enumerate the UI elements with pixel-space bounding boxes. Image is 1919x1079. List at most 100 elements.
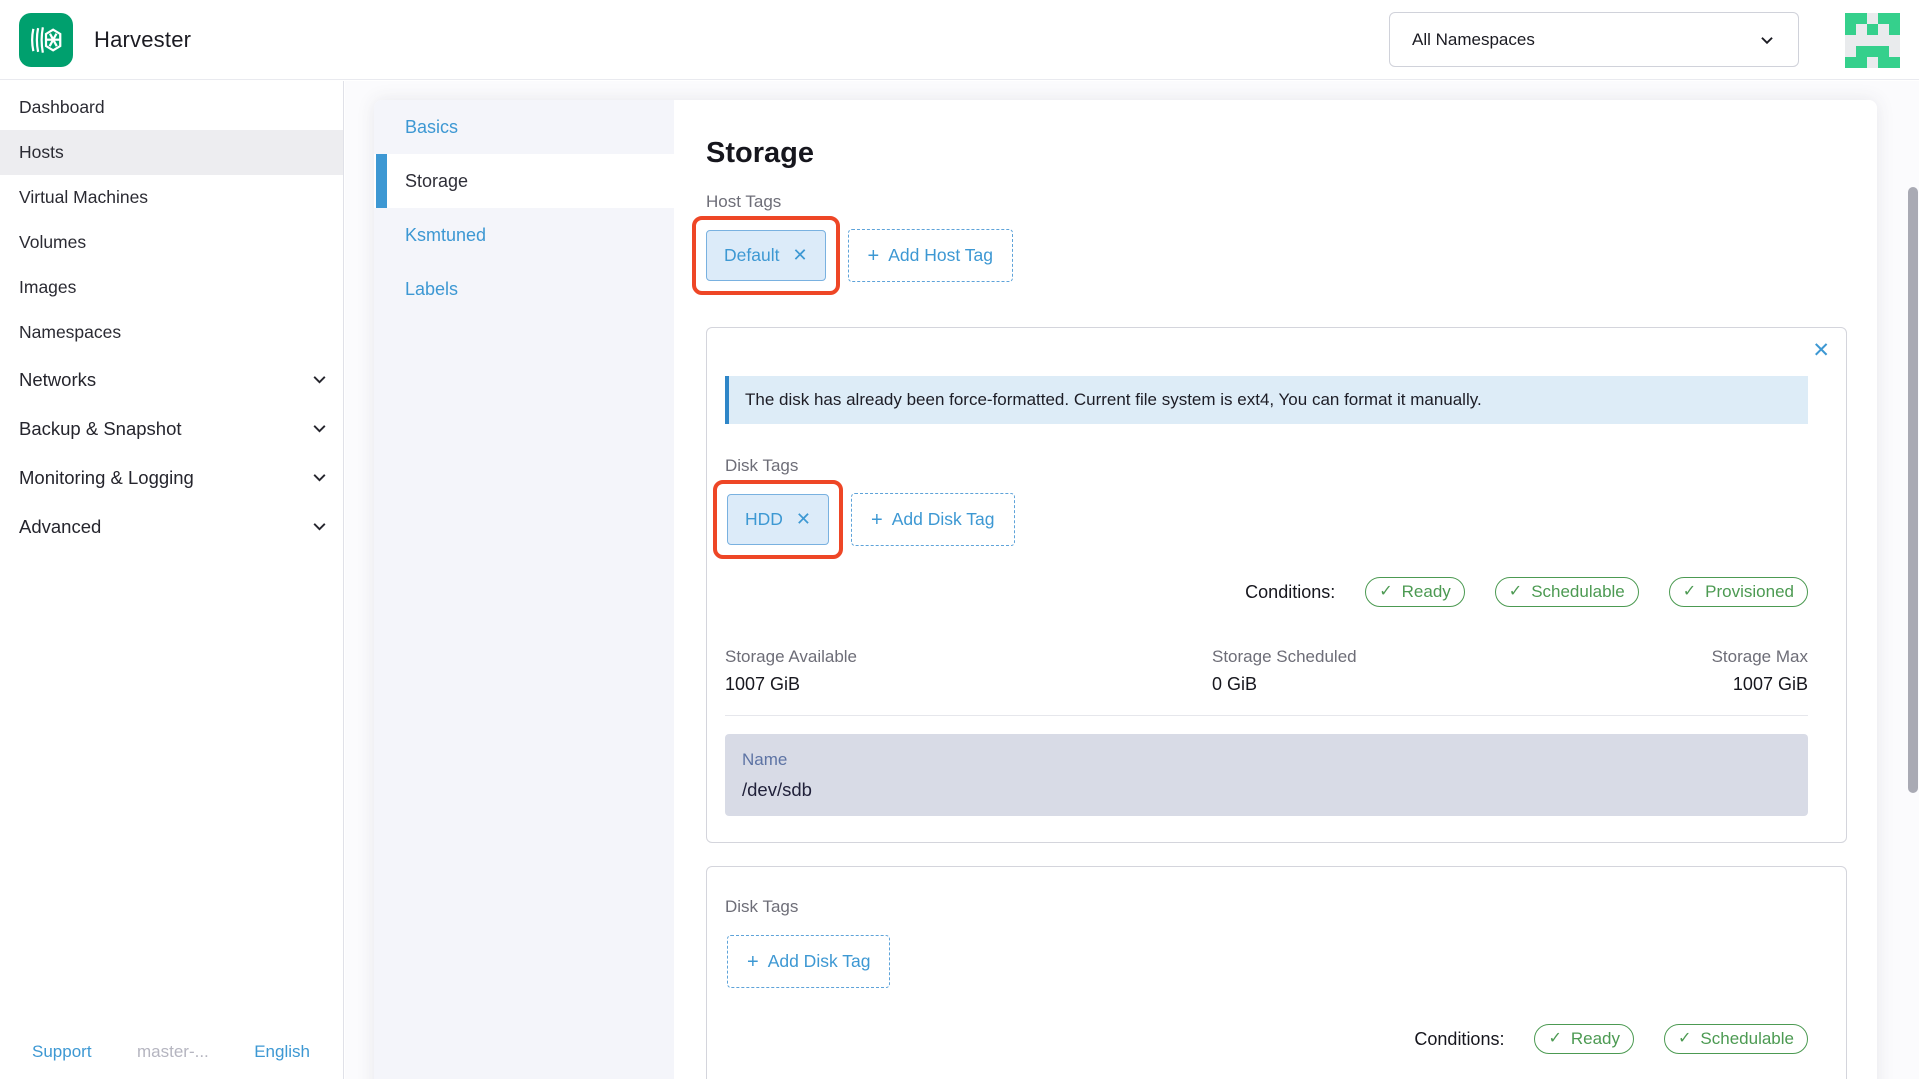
- disk-tags-label: Disk Tags: [725, 897, 1808, 917]
- sidebar-group-label: Networks: [19, 369, 96, 391]
- tab-label: Basics: [405, 117, 458, 138]
- stat-storage-max: Storage Max 1007 GiB: [1712, 647, 1808, 695]
- chevron-down-icon: [311, 518, 328, 535]
- tab-label: Storage: [405, 171, 468, 192]
- check-icon: ✓: [1509, 581, 1522, 603]
- app-header: Harvester All Namespaces: [0, 0, 1919, 80]
- sidebar: Dashboard Hosts Virtual Machines Volumes…: [0, 81, 344, 1079]
- sidebar-item-namespaces[interactable]: Namespaces: [0, 310, 343, 355]
- plus-icon: +: [747, 953, 759, 971]
- sidebar-footer: Support master-... English: [0, 1042, 342, 1062]
- tab-label: Labels: [405, 279, 458, 300]
- namespace-selector[interactable]: All Namespaces: [1389, 12, 1799, 67]
- remove-tag-icon[interactable]: ✕: [796, 509, 811, 530]
- add-disk-tag-button[interactable]: + Add Disk Tag: [727, 935, 890, 988]
- chevron-down-icon: [311, 371, 328, 388]
- sidebar-group-monitoring-logging[interactable]: Monitoring & Logging: [0, 453, 343, 502]
- badge-label: Schedulable: [1531, 581, 1625, 603]
- add-button-label: Add Host Tag: [888, 245, 993, 266]
- sidebar-item-label: Images: [19, 277, 76, 298]
- disk-tag-chip-hdd[interactable]: HDD ✕: [727, 494, 829, 545]
- storage-stats: Storage Available 1007 GiB Storage Sched…: [725, 647, 1808, 695]
- add-host-tag-button[interactable]: + Add Host Tag: [848, 229, 1013, 282]
- tab-ksmtuned[interactable]: Ksmtuned: [374, 208, 674, 262]
- condition-badge-provisioned: ✓ Provisioned: [1669, 577, 1808, 607]
- app-title: Harvester: [94, 27, 191, 53]
- sidebar-group-advanced[interactable]: Advanced: [0, 502, 343, 551]
- disk-name-field: Name /dev/sdb: [725, 734, 1808, 816]
- tab-label: Ksmtuned: [405, 225, 486, 246]
- name-field-value: /dev/sdb: [742, 779, 1791, 801]
- conditions-label: Conditions:: [1245, 582, 1335, 603]
- conditions-row: Conditions: ✓ Ready ✓ Schedulable: [725, 1024, 1808, 1054]
- sidebar-group-label: Advanced: [19, 516, 101, 538]
- stat-value: 1007 GiB: [1712, 673, 1808, 695]
- annotation-highlight-host-tag: Default ✕: [692, 216, 840, 295]
- condition-badge-schedulable: ✓ Schedulable: [1664, 1024, 1808, 1054]
- sidebar-group-label: Monitoring & Logging: [19, 467, 194, 489]
- sidebar-item-label: Hosts: [19, 142, 64, 163]
- badge-label: Schedulable: [1700, 1028, 1794, 1050]
- check-icon: ✓: [1678, 1028, 1691, 1050]
- disk-format-banner: The disk has already been force-formatte…: [725, 376, 1808, 424]
- condition-badge-ready: ✓ Ready: [1365, 577, 1465, 607]
- language-link[interactable]: English: [254, 1042, 310, 1062]
- stat-value: 1007 GiB: [725, 673, 857, 695]
- check-icon: ✓: [1379, 581, 1392, 603]
- sidebar-item-images[interactable]: Images: [0, 265, 343, 310]
- conditions-row: Conditions: ✓ Ready ✓ Schedulable ✓ Prov…: [725, 577, 1808, 607]
- sidebar-item-virtual-machines[interactable]: Virtual Machines: [0, 175, 343, 220]
- user-avatar[interactable]: [1845, 13, 1900, 68]
- stat-storage-available: Storage Available 1007 GiB: [725, 647, 857, 695]
- check-icon: ✓: [1548, 1028, 1561, 1050]
- sidebar-item-label: Namespaces: [19, 322, 121, 343]
- tab-storage[interactable]: Storage: [374, 154, 674, 208]
- host-tag-chip-default[interactable]: Default ✕: [706, 230, 826, 281]
- tab-labels[interactable]: Labels: [374, 262, 674, 316]
- tab-basics[interactable]: Basics: [374, 100, 674, 154]
- version-label: master-...: [137, 1042, 209, 1062]
- divider: [725, 715, 1808, 716]
- condition-badge-schedulable: ✓ Schedulable: [1495, 577, 1639, 607]
- plus-icon: +: [871, 511, 883, 529]
- close-icon[interactable]: ✕: [1812, 338, 1830, 363]
- add-button-label: Add Disk Tag: [768, 951, 871, 972]
- host-subnav: Basics Storage Ksmtuned Labels: [374, 100, 674, 1079]
- badge-label: Provisioned: [1705, 581, 1794, 603]
- host-edit-panel: Basics Storage Ksmtuned Labels Storage H…: [374, 100, 1877, 1079]
- sidebar-group-backup-snapshot[interactable]: Backup & Snapshot: [0, 404, 343, 453]
- harvester-logo-icon: [19, 13, 73, 67]
- sidebar-item-label: Dashboard: [19, 97, 105, 118]
- sidebar-group-label: Backup & Snapshot: [19, 418, 182, 440]
- badge-label: Ready: [1402, 581, 1451, 603]
- conditions-label: Conditions:: [1414, 1029, 1504, 1050]
- annotation-highlight-disk-tag: HDD ✕: [713, 480, 843, 559]
- tag-label: Default: [724, 245, 779, 266]
- remove-tag-icon[interactable]: ✕: [792, 245, 807, 266]
- disk-tags-label: Disk Tags: [725, 456, 1808, 476]
- badge-label: Ready: [1571, 1028, 1620, 1050]
- stat-value: 0 GiB: [1212, 673, 1357, 695]
- scrollbar[interactable]: [1908, 187, 1918, 793]
- sidebar-group-networks[interactable]: Networks: [0, 355, 343, 404]
- chevron-down-icon: [1758, 31, 1776, 49]
- sidebar-item-volumes[interactable]: Volumes: [0, 220, 343, 265]
- add-disk-tag-button[interactable]: + Add Disk Tag: [851, 493, 1014, 546]
- sidebar-item-dashboard[interactable]: Dashboard: [0, 85, 343, 130]
- add-button-label: Add Disk Tag: [892, 509, 995, 530]
- chevron-down-icon: [311, 469, 328, 486]
- stat-storage-scheduled: Storage Scheduled 0 GiB: [1212, 647, 1357, 695]
- name-field-label: Name: [742, 749, 1791, 770]
- sidebar-item-hosts[interactable]: Hosts: [0, 130, 343, 175]
- namespace-selector-value: All Namespaces: [1412, 30, 1535, 50]
- stat-label: Storage Max: [1712, 647, 1808, 667]
- support-link[interactable]: Support: [32, 1042, 92, 1062]
- plus-icon: +: [868, 247, 880, 265]
- stat-label: Storage Available: [725, 647, 857, 667]
- check-icon: ✓: [1683, 581, 1696, 603]
- tag-label: HDD: [745, 509, 783, 530]
- disk-card-2: Disk Tags + Add Disk Tag Conditions: ✓ R…: [706, 866, 1847, 1079]
- condition-badge-ready: ✓ Ready: [1534, 1024, 1634, 1054]
- host-tags-label: Host Tags: [706, 192, 1847, 212]
- page-title: Storage: [706, 136, 1847, 170]
